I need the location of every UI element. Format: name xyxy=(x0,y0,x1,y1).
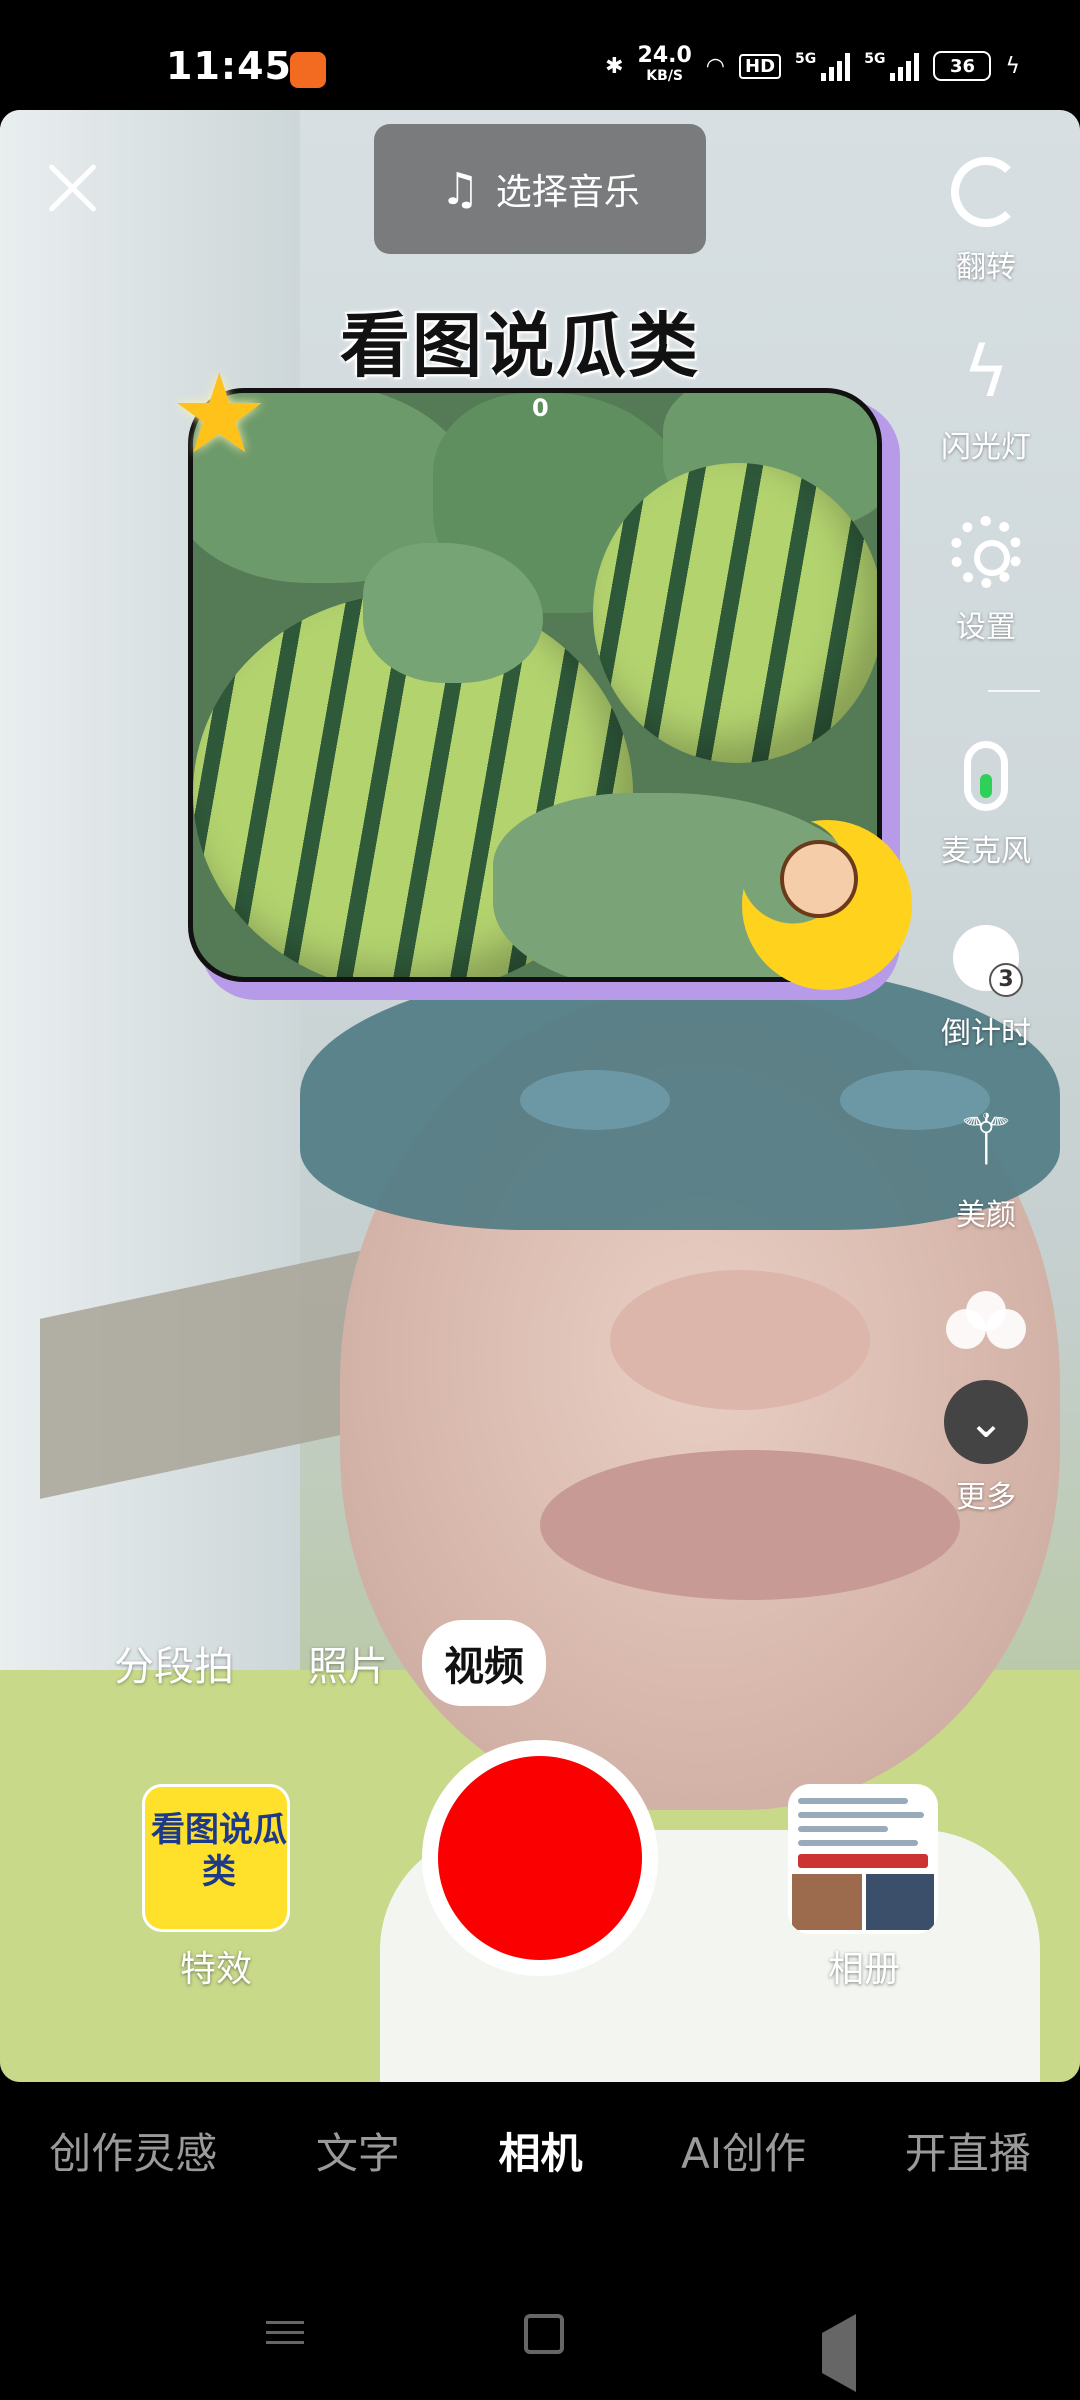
record-button-inner xyxy=(438,1756,642,1960)
star-decoration-icon: ★ xyxy=(170,350,269,478)
countdown-label: 倒计时 xyxy=(941,1016,1031,1051)
settings-label: 设置 xyxy=(956,610,1016,645)
mode-photo[interactable]: 照片 xyxy=(286,1620,410,1706)
select-music-label: 选择音乐 xyxy=(495,172,640,213)
status-time: 11:45 xyxy=(166,44,292,88)
tab-inspiration[interactable]: 创作灵感 xyxy=(39,2120,227,2181)
microphone-button[interactable]: 麦克风 xyxy=(912,730,1060,870)
bottom-tab-bar: 创作灵感 文字 相机 AI创作 开直播 xyxy=(0,2120,1080,2181)
app-notification-icon xyxy=(290,52,326,88)
music-note-icon: ♫ xyxy=(440,163,480,215)
network-speed-unit: KB/S xyxy=(646,68,684,84)
capture-mode-selector: 分段拍 照片 视频 xyxy=(92,1620,546,1706)
more-label: 更多 xyxy=(956,1480,1016,1515)
system-navigation-bar xyxy=(0,2300,1080,2392)
chevron-down-icon: ⌄ xyxy=(944,1380,1028,1464)
flip-camera-button[interactable]: 翻转 xyxy=(912,146,1060,286)
network-speed-value: 24.0 xyxy=(637,43,692,68)
sim2-network-label: 5G xyxy=(864,51,886,67)
album-thumbnail[interactable] xyxy=(788,1784,938,1934)
microphone-label: 麦克风 xyxy=(941,834,1031,869)
home-icon[interactable] xyxy=(524,2314,564,2354)
status-icons: ✱ 24.0 KB/S ◠ HD 5G 5G 36 ϟ xyxy=(605,43,1020,86)
effects-thumbnail-text: 看图说瓜类 xyxy=(151,1810,287,1892)
toolbar-divider xyxy=(988,690,1040,692)
more-button[interactable]: ⌄ 更多 xyxy=(912,1376,1060,1516)
subject-nose xyxy=(610,1270,870,1410)
timer-icon xyxy=(912,912,1060,1004)
signal-sim1-icon: 5G xyxy=(795,51,851,81)
status-bar: 11:45 ✱ 24.0 KB/S ◠ HD 5G 5G 36 ϟ xyxy=(0,0,1080,110)
charging-icon: ϟ xyxy=(1005,53,1020,79)
flash-button[interactable]: ϟ 闪光灯 xyxy=(912,326,1060,466)
signal-sim2-icon: 5G xyxy=(864,51,920,81)
mode-video[interactable]: 视频 xyxy=(422,1620,546,1706)
sim1-network-label: 5G xyxy=(795,51,817,67)
more-button-wrap: ⌄ xyxy=(912,1376,1060,1468)
record-button[interactable] xyxy=(422,1740,658,1976)
tab-live[interactable]: 开直播 xyxy=(895,2120,1041,2181)
sticker-counter: 0 xyxy=(532,394,549,422)
beauty-wand-icon: ⚚ xyxy=(954,1099,1018,1181)
flash-off-icon: ϟ xyxy=(962,331,1010,413)
flip-camera-icon xyxy=(912,146,1060,238)
gear-icon xyxy=(912,506,1060,598)
beauty-label: 美颜 xyxy=(956,1198,1016,1233)
recents-menu-icon[interactable] xyxy=(266,2314,306,2354)
network-speed: 24.0 KB/S xyxy=(637,43,692,86)
subject-eye-left xyxy=(520,1070,670,1130)
back-icon[interactable] xyxy=(782,2314,856,2392)
bluetooth-icon: ✱ xyxy=(605,53,624,79)
tab-ai-create[interactable]: AI创作 xyxy=(671,2120,816,2181)
countdown-button[interactable]: 倒计时 xyxy=(912,912,1060,1052)
settings-button[interactable]: 设置 xyxy=(912,506,1060,646)
beauty-button[interactable]: ⚚ 美颜 xyxy=(912,1094,1060,1234)
close-button[interactable] xyxy=(44,160,100,216)
battery-icon: 36 xyxy=(933,51,992,81)
wifi-icon: ◠ xyxy=(705,53,725,79)
subject-lips xyxy=(540,1450,960,1600)
filter-bubbles-icon xyxy=(912,1270,1060,1362)
tab-camera[interactable]: 相机 xyxy=(488,2120,592,2181)
microphone-icon xyxy=(912,730,1060,822)
filter-button[interactable] xyxy=(912,1270,1060,1362)
sticker-title: 看图说瓜类 xyxy=(340,305,700,387)
girl-decoration-icon xyxy=(780,840,858,918)
album-label[interactable]: 相册 xyxy=(784,1940,944,1992)
mode-segment[interactable]: 分段拍 xyxy=(92,1620,256,1706)
hd-voice-icon: HD xyxy=(739,53,782,79)
flash-label: 闪光灯 xyxy=(941,430,1031,465)
select-music-button[interactable]: ♫ 选择音乐 xyxy=(374,124,706,254)
tab-text[interactable]: 文字 xyxy=(306,2120,410,2181)
effects-label[interactable]: 特效 xyxy=(136,1940,296,1992)
effects-thumbnail[interactable]: 看图说瓜类 xyxy=(142,1784,290,1932)
flip-camera-label: 翻转 xyxy=(956,250,1016,285)
